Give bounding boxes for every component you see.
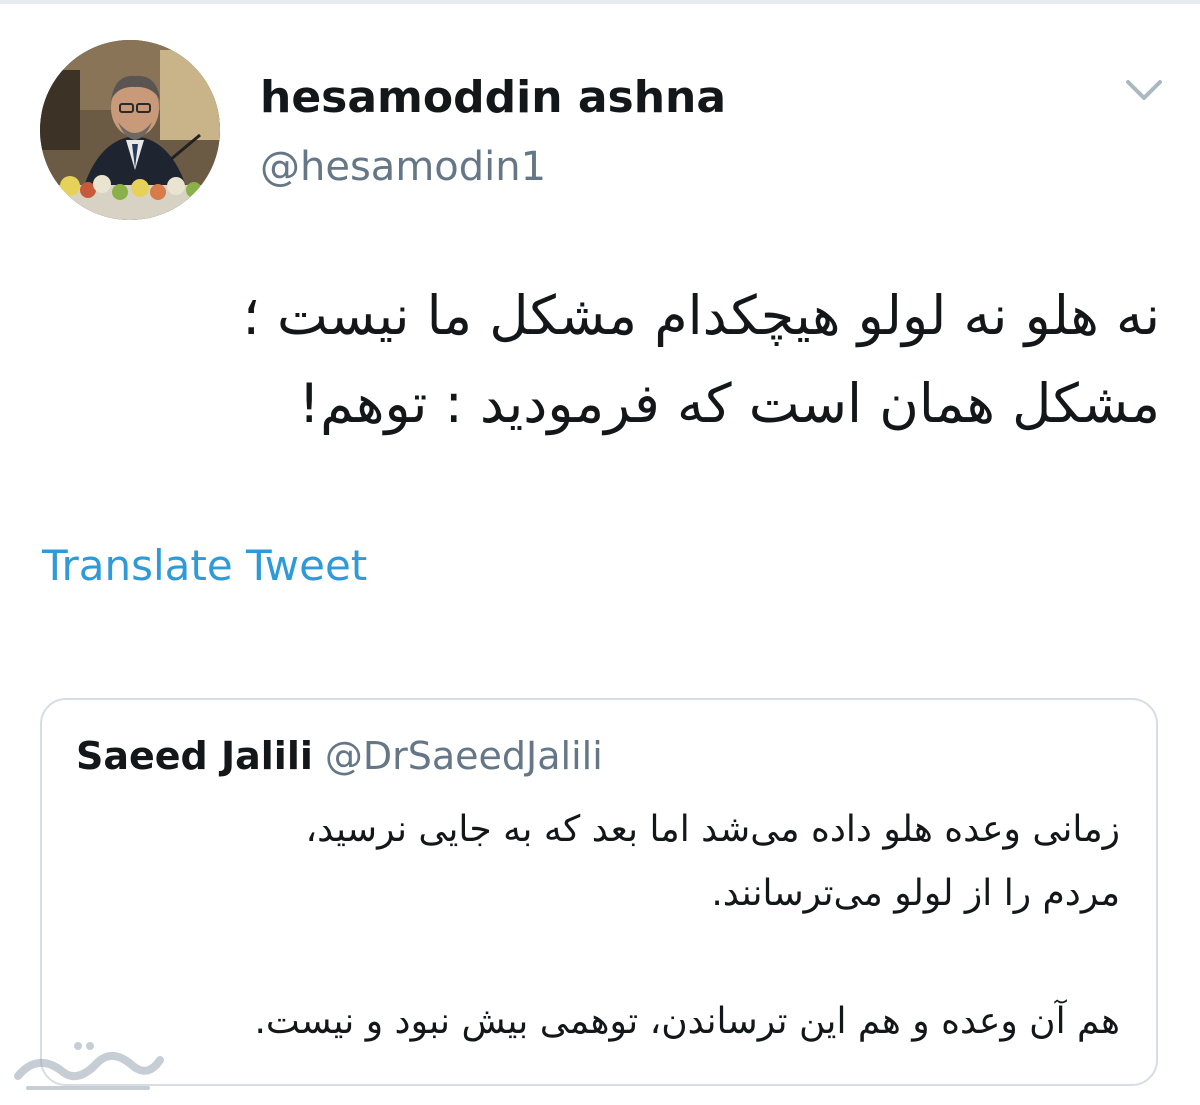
author-handle[interactable]: @hesamodin1 bbox=[260, 140, 546, 194]
quoted-text-line: هم آن وعده و هم این ترساندن، توهمی بیش ن… bbox=[254, 1001, 1120, 1042]
author-display-name[interactable]: hesamoddin ashna bbox=[260, 70, 726, 126]
tweet-text: نه هلو نه لولو هیچکدام مشکل ما نیست ؛ مش… bbox=[40, 272, 1160, 448]
top-divider bbox=[0, 0, 1200, 4]
quoted-tweet-card[interactable]: Saeed Jalili @DrSaeedJalili زمانی وعده هل… bbox=[40, 698, 1158, 1086]
quoted-text-line: مردم را از لولو می‌ترسانند. bbox=[711, 873, 1120, 914]
watermark-logo bbox=[8, 1032, 168, 1098]
quoted-author-name: Saeed Jalili bbox=[76, 734, 313, 778]
quoted-tweet-text: زمانی وعده هلو داده می‌شد اما بعد که به … bbox=[80, 798, 1120, 1054]
tweet-text-line: نه هلو نه لولو هیچکدام مشکل ما نیست ؛ bbox=[242, 284, 1160, 347]
quoted-tweet-header: Saeed Jalili @DrSaeedJalili bbox=[76, 730, 603, 790]
tweet-text-line: مشکل همان است که فرمودید : توهم! bbox=[298, 372, 1160, 435]
author-avatar[interactable] bbox=[40, 40, 220, 220]
translate-tweet-link[interactable]: Translate Tweet bbox=[42, 538, 367, 594]
avatar-photo bbox=[40, 40, 220, 220]
quoted-text-line: زمانی وعده هلو داده می‌شد اما بعد که به … bbox=[305, 809, 1120, 850]
chevron-down-icon[interactable] bbox=[1124, 76, 1164, 106]
quoted-author-handle: @DrSaeedJalili bbox=[324, 734, 603, 778]
